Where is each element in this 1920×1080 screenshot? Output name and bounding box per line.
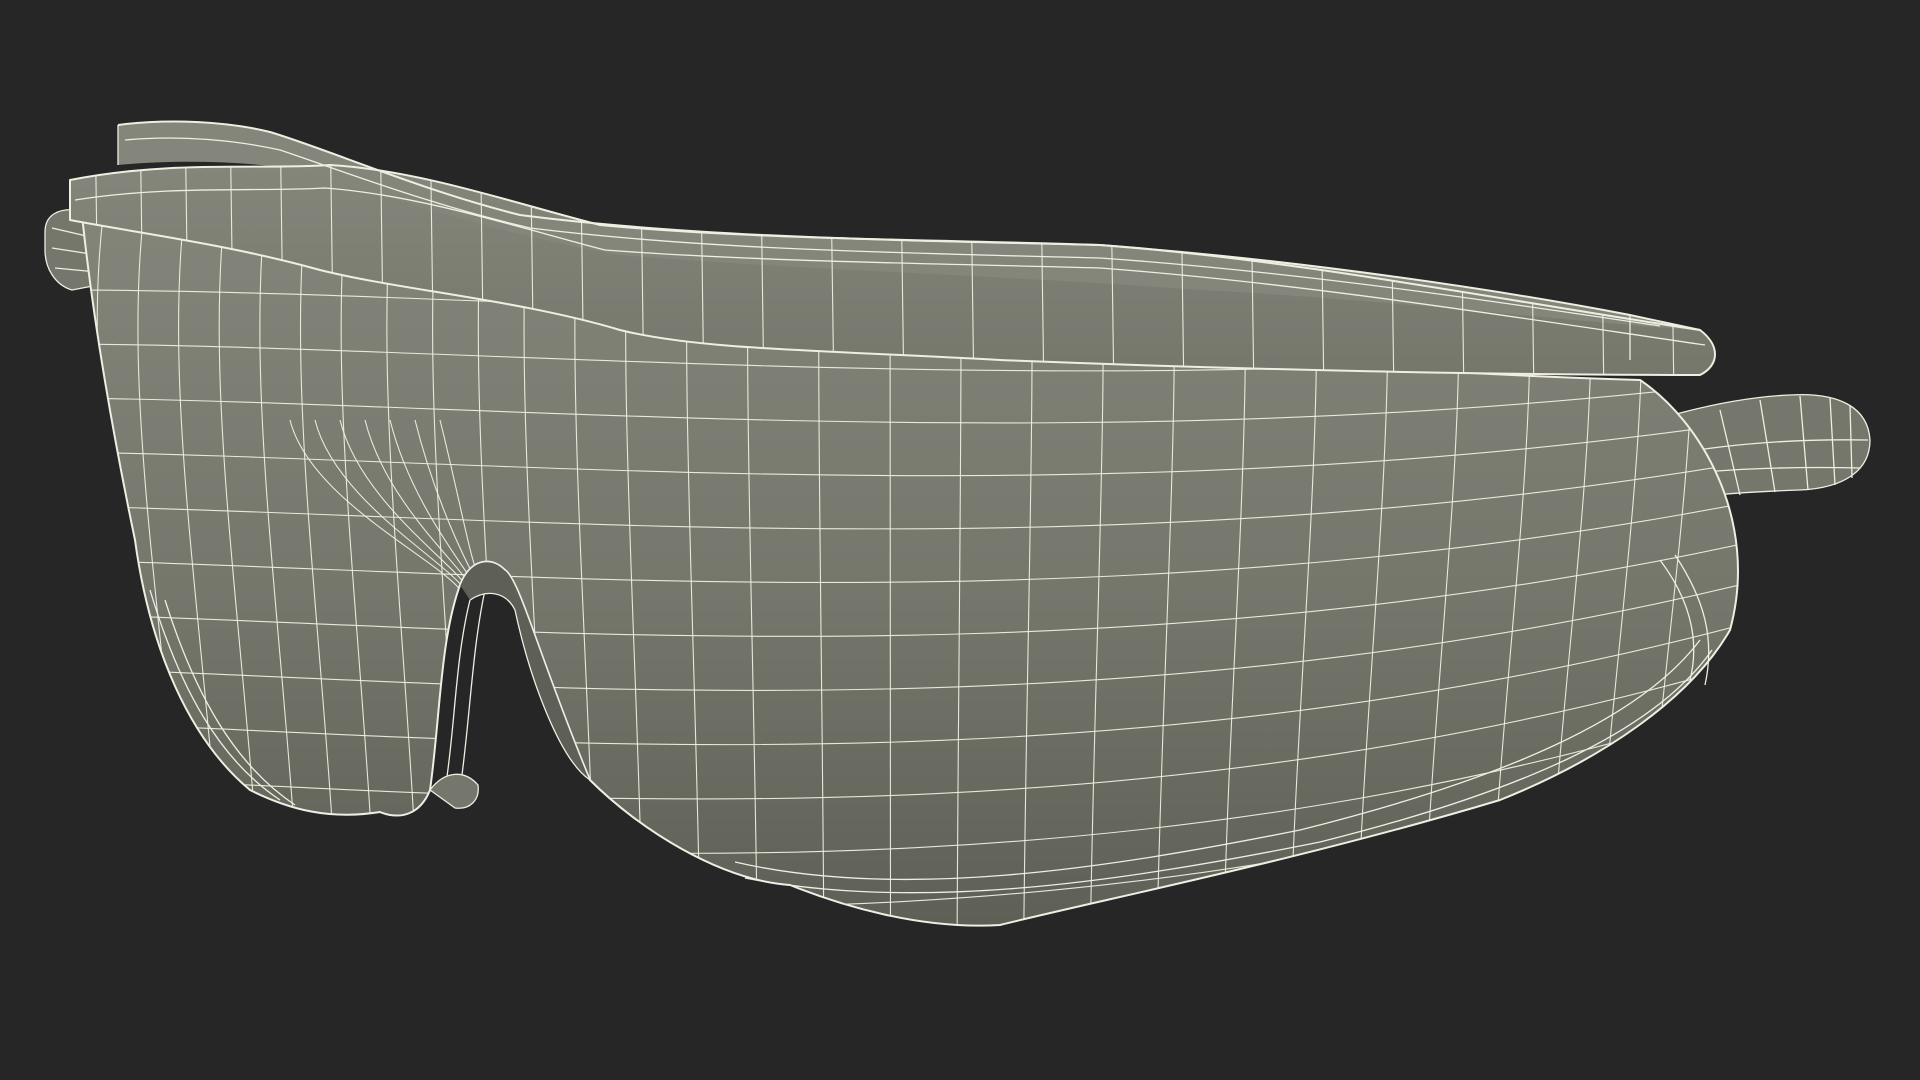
render-viewport [0,0,1920,1080]
glasses-wireframe-render [0,0,1920,1080]
